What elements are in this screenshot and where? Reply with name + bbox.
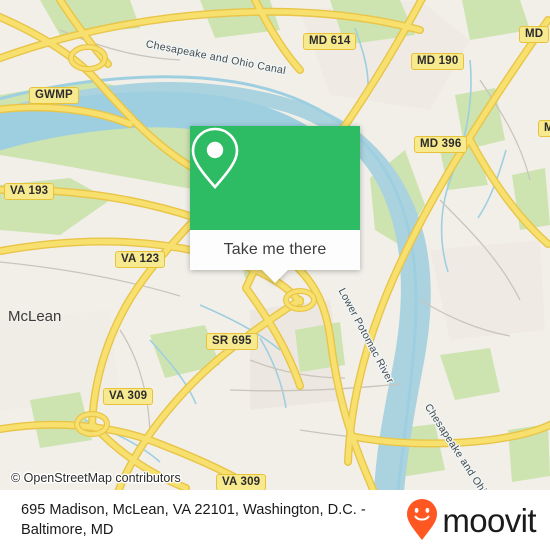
- road-shield-md-190[interactable]: MD 190: [411, 53, 465, 70]
- road-shield-md-edge-mid[interactable]: MD: [538, 120, 550, 137]
- screenshot-root: McLean Chesapeake and Ohio Canal Lower P…: [0, 0, 550, 550]
- location-popup-card[interactable]: Take me there: [190, 126, 360, 283]
- moovit-wordmark: moovit: [442, 501, 536, 539]
- popup-pointer-tip: [262, 270, 288, 283]
- road-shield-va-309-upper[interactable]: VA 309: [103, 388, 154, 405]
- popup-pin-panel: [190, 126, 360, 230]
- road-shield-va-193[interactable]: VA 193: [4, 183, 55, 200]
- road-shield-md-614[interactable]: MD 614: [303, 33, 357, 50]
- map-canvas[interactable]: McLean Chesapeake and Ohio Canal Lower P…: [0, 0, 550, 490]
- moovit-logo[interactable]: moovit: [406, 498, 537, 542]
- road-shield-va-123[interactable]: VA 123: [115, 251, 166, 268]
- road-shield-va-309-lower[interactable]: VA 309: [216, 474, 267, 490]
- take-me-there-button[interactable]: Take me there: [190, 230, 360, 270]
- road-shield-md-edge-top[interactable]: MD: [519, 26, 550, 43]
- moovit-smiley-pin-icon: [407, 499, 438, 540]
- osm-attribution[interactable]: © OpenStreetMap contributors: [11, 471, 181, 485]
- map-pin-icon: [191, 127, 239, 189]
- road-shield-sr-695[interactable]: SR 695: [206, 333, 258, 350]
- road-shield-md-396[interactable]: MD 396: [414, 136, 468, 153]
- address-text: 695 Madison, McLean, VA 22101, Washingto…: [21, 502, 366, 538]
- road-shield-gwmp[interactable]: GWMP: [29, 87, 79, 104]
- take-me-there-label: Take me there: [223, 241, 327, 258]
- footer-bar: 695 Madison, McLean, VA 22101, Washingto…: [0, 490, 550, 550]
